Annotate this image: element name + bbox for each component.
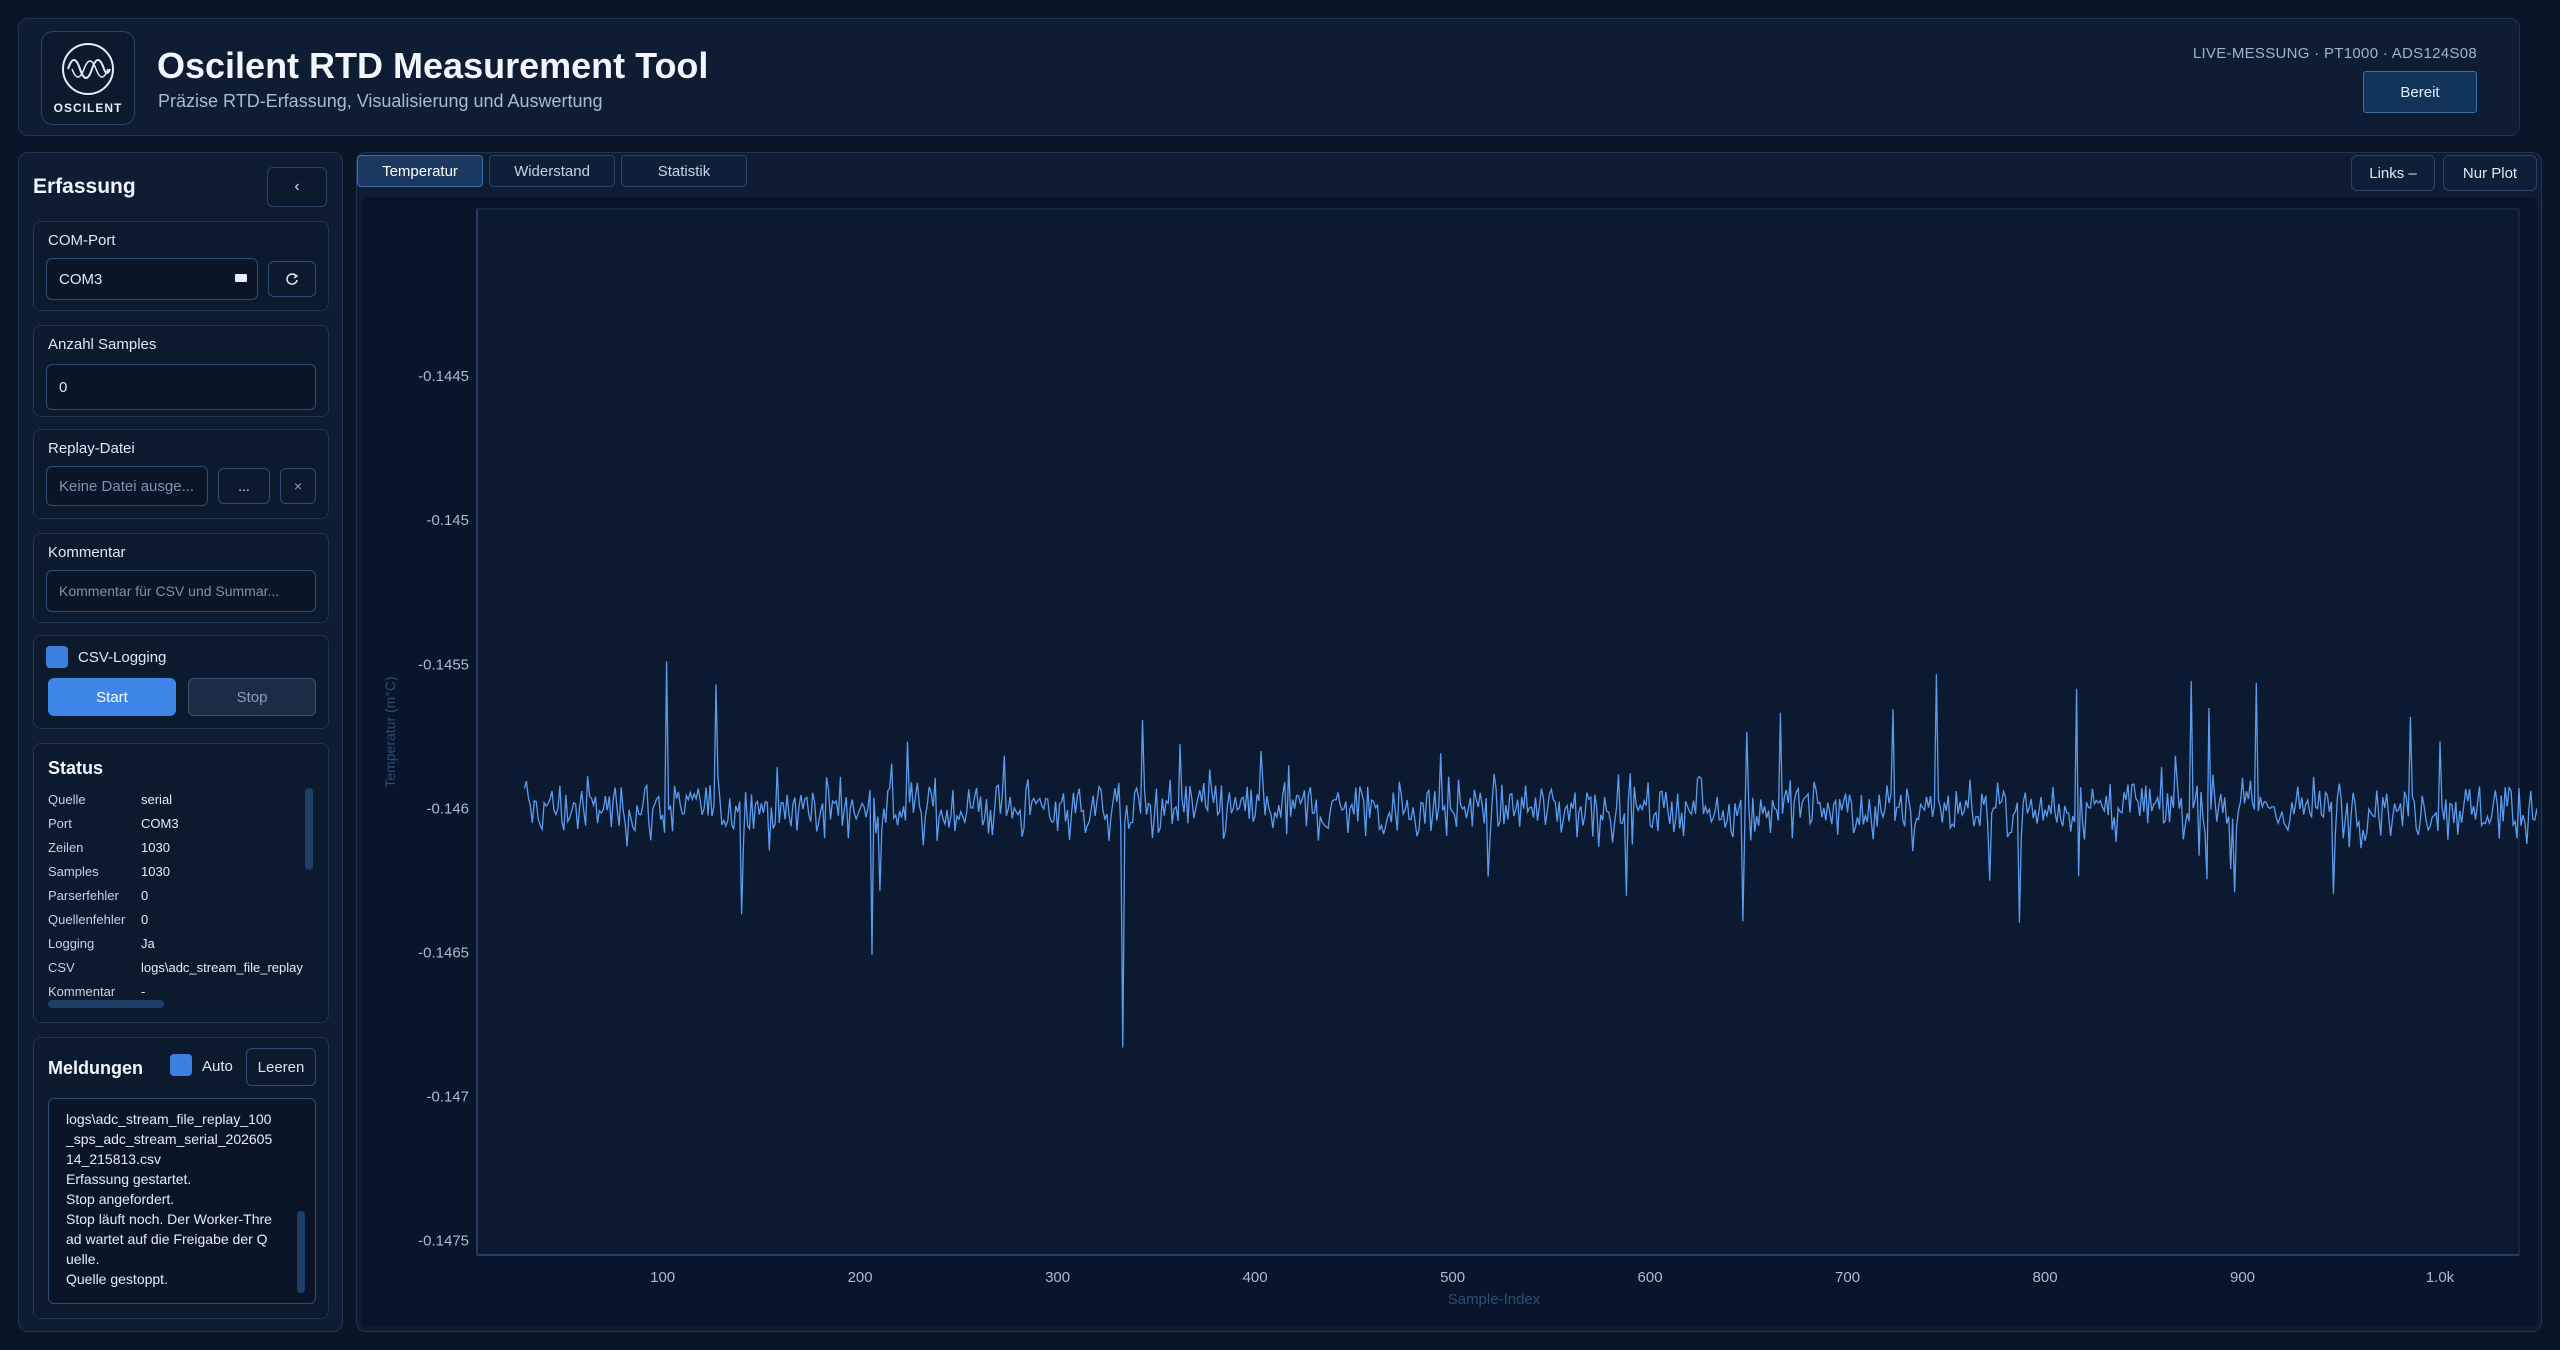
csv-logging-label: CSV-Logging [78,649,167,666]
left-panel-toggle-button[interactable]: Links – [2351,155,2435,191]
com-port-select[interactable]: COM3 [46,258,258,300]
x-tick-label: 500 [1440,1269,1465,1286]
y-tick-label: -0.1455 [418,656,469,673]
status-value: COM3 [141,816,179,831]
collapse-sidebar-button[interactable]: ‹ [267,167,327,207]
com-port-label: COM-Port [48,232,116,249]
status-title: Status [48,758,104,778]
y-tick-label: -0.145 [426,512,469,529]
x-tick-label: 200 [848,1269,873,1286]
samples-card: Anzahl Samples 0 [33,325,329,417]
y-tick-label: -0.147 [426,1089,469,1106]
message-line: Erfassung gestartet. [66,1171,192,1187]
acquisition-sidebar: Erfassung ‹ COM-Port COM3 Anzahl Samples… [18,152,343,1332]
status-key: Samples [48,864,99,879]
message-line: logs\adc_stream_file_replay_100_sps_adc_… [66,1111,273,1167]
replay-file-field[interactable]: Keine Datei ausge... [46,466,208,506]
comment-card: Kommentar Kommentar für CSV und Summar..… [33,533,329,623]
x-tick-label: 1.0k [2426,1269,2455,1286]
status-value: 0 [141,888,149,903]
status-value: 1030 [141,864,170,879]
status-value: serial [141,792,173,807]
status-vertical-scrollbar[interactable] [305,788,313,870]
status-value: logs\adc_stream_file_replay [141,960,303,975]
status-key: CSV [48,960,75,975]
message-line: Stop läuft noch. Der Worker-Thread warte… [66,1211,272,1267]
app-header: OSCILENT Oscilent RTD Measurement Tool P… [18,18,2520,136]
app-logo: OSCILENT [41,31,135,125]
clear-messages-button[interactable]: Leeren [246,1048,316,1086]
y-tick-label: -0.1465 [418,944,469,961]
browse-file-button[interactable]: ... [218,468,270,504]
start-button[interactable]: Start [48,678,176,716]
status-value: 1030 [141,840,170,855]
status-key: Quelle [48,792,86,807]
oscilent-logo-icon [62,43,114,95]
status-button[interactable]: Bereit [2363,71,2477,113]
x-tick-label: 800 [2033,1269,2058,1286]
x-tick-label: 100 [650,1269,675,1286]
status-card: Status Quelle serial Port COM3 Zeilen 1030 … [33,743,329,1023]
message-line: Quelle gestoppt. [66,1271,168,1287]
samples-input[interactable]: 0 [46,364,316,410]
clear-file-button[interactable]: × [280,468,316,504]
replay-label: Replay-Datei [48,440,135,457]
live-measurement-info: LIVE-MESSUNG · PT1000 · ADS124S08 [2192,45,2477,62]
y-tick-label: -0.1445 [418,368,469,385]
y-tick-label: -0.146 [426,800,469,817]
x-tick-label: 300 [1045,1269,1070,1286]
status-horizontal-scrollbar[interactable] [48,1000,164,1008]
x-tick-label: 900 [2230,1269,2255,1286]
status-value: Ja [141,936,155,951]
main-panel: Temperatur Widerstand Statistik Links – … [356,152,2558,1332]
refresh-icon [286,273,299,285]
com-port-card: COM-Port COM3 [33,221,329,311]
tab-statistik[interactable]: Statistik [621,155,747,187]
comment-input[interactable]: Kommentar für CSV und Summar... [46,570,316,612]
replay-card: Replay-Datei Keine Datei ausge... ... × [33,429,329,519]
refresh-ports-button[interactable] [268,261,316,297]
com-port-value: COM3 [59,270,103,288]
x-axis-label: Sample-Index [1448,1291,1541,1308]
status-key: Kommentar [48,984,116,999]
samples-label: Anzahl Samples [48,336,157,353]
x-tick-label: 600 [1638,1269,1663,1286]
auto-scroll-checkbox[interactable] [170,1054,192,1076]
app-title: Oscilent RTD Measurement Tool [157,45,709,86]
status-key: Quellenfehler [48,912,126,927]
sidebar-title: Erfassung [33,175,136,198]
temperature-chart[interactable]: -0.1445 -0.145 -0.1455 -0.146 -0.1465 -0.147 -… [361,197,2558,1327]
status-key: Zeilen [48,840,84,855]
status-key: Parserfehler [48,888,119,903]
status-key: Port [48,816,72,831]
x-tick-label: 400 [1243,1269,1268,1286]
status-value: 0 [141,912,149,927]
control-card: CSV-Logging Start Stop [33,635,329,729]
messages-title: Meldungen [48,1058,143,1078]
dropdown-icon [235,274,247,282]
logo-text: OSCILENT [53,101,123,115]
messages-log: logs\adc_stream_file_replay_100_sps_adc_… [48,1098,316,1304]
app-subtitle: Präzise RTD-Erfassung, Visualisierung un… [158,91,603,111]
plot-only-button[interactable]: Nur Plot [2443,155,2537,191]
status-key: Logging [48,936,95,951]
x-tick-label: 700 [1835,1269,1860,1286]
messages-card: Meldungen Auto Leeren logs\adc_stream_fi… [33,1037,329,1319]
y-tick-label: -0.1475 [418,1233,469,1250]
message-line: Stop angefordert. [66,1191,175,1207]
tab-widerstand[interactable]: Widerstand [489,155,615,187]
status-value: - [141,984,146,999]
tab-temperatur[interactable]: Temperatur [357,155,483,187]
plot-area [476,208,2520,1256]
y-axis-label: Temperatur (m°C) [382,676,398,787]
temperature-plot[interactable]: -0.1445 -0.145 -0.1455 -0.146 -0.1465 -0.147 -… [361,197,2558,1327]
auto-scroll-label: Auto [202,1058,233,1075]
comment-label: Kommentar [48,544,126,561]
messages-scrollbar[interactable] [297,1211,305,1293]
csv-logging-checkbox[interactable] [46,646,68,668]
stop-button[interactable]: Stop [188,678,316,716]
